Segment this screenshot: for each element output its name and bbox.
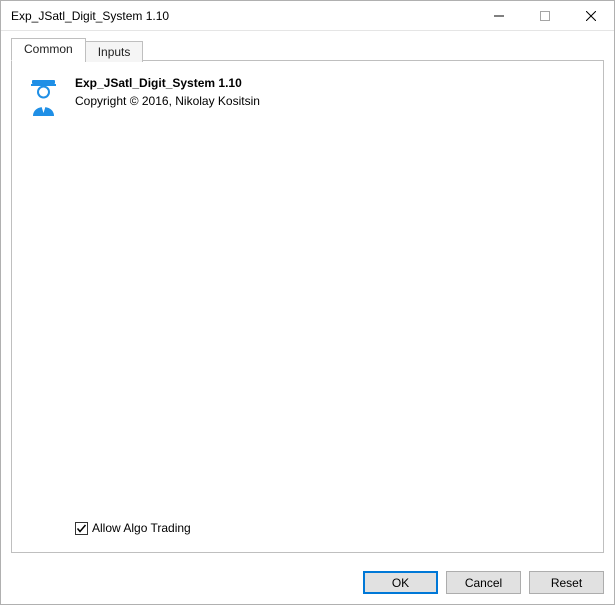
expert-info: Exp_JSatl_Digit_System 1.10 Copyright © … (27, 76, 588, 116)
dialog-buttons: OK Cancel Reset (1, 563, 614, 604)
expert-text: Exp_JSatl_Digit_System 1.10 Copyright © … (75, 76, 260, 108)
allow-algo-label: Allow Algo Trading (92, 521, 191, 535)
allow-algo-checkbox[interactable]: Allow Algo Trading (75, 521, 191, 535)
tab-inputs[interactable]: Inputs (85, 41, 144, 62)
cancel-button[interactable]: Cancel (446, 571, 521, 594)
minimize-icon (494, 11, 504, 21)
ok-button[interactable]: OK (363, 571, 438, 594)
expert-copyright: Copyright © 2016, Nikolay Kositsin (75, 94, 260, 108)
titlebar[interactable]: Exp_JSatl_Digit_System 1.10 (1, 1, 614, 31)
close-icon (586, 11, 596, 21)
expert-icon (27, 78, 60, 116)
tabstrip: Common Inputs (11, 39, 604, 61)
minimize-button[interactable] (476, 1, 522, 30)
tab-common[interactable]: Common (11, 38, 86, 61)
maximize-icon (540, 11, 550, 21)
expert-title: Exp_JSatl_Digit_System 1.10 (75, 76, 260, 90)
options-area: Allow Algo Trading (27, 521, 588, 537)
check-icon (76, 523, 87, 534)
window-title: Exp_JSatl_Digit_System 1.10 (1, 9, 476, 23)
reset-button[interactable]: Reset (529, 571, 604, 594)
close-button[interactable] (568, 1, 614, 30)
tab-panel-common: Exp_JSatl_Digit_System 1.10 Copyright © … (11, 60, 604, 553)
window-controls (476, 1, 614, 30)
maximize-button (522, 1, 568, 30)
checkbox-box (75, 522, 88, 535)
dialog-window: Exp_JSatl_Digit_System 1.10 Comm (0, 0, 615, 605)
client-area: Common Inputs Exp_JSatl_Digit_System 1.1 (1, 31, 614, 563)
